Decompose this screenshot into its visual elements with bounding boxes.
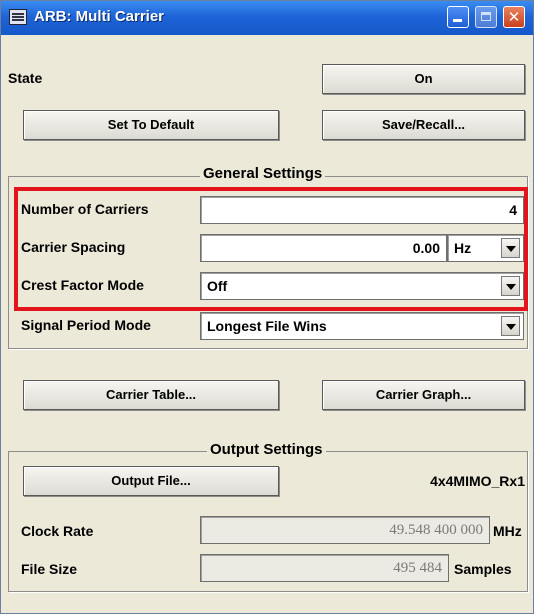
carrier-graph-button[interactable]: Carrier Graph... bbox=[322, 380, 525, 410]
signal-period-mode-label: Signal Period Mode bbox=[21, 317, 151, 333]
clock-rate-value: 49.548 400 000 bbox=[200, 516, 490, 544]
panel-icon bbox=[9, 9, 27, 25]
output-file-name: 4x4MIMO_Rx1 bbox=[430, 473, 525, 489]
output-settings-title: Output Settings bbox=[207, 441, 326, 458]
state-label: State bbox=[8, 70, 43, 86]
state-toggle-button[interactable]: On bbox=[322, 64, 525, 94]
highlight-box bbox=[14, 187, 528, 311]
save-recall-button[interactable]: Save/Recall... bbox=[322, 110, 525, 140]
signal-period-mode-value: Longest File Wins bbox=[207, 318, 327, 334]
file-size-value: 495 484 bbox=[200, 554, 449, 582]
signal-period-mode-select[interactable]: Longest File Wins bbox=[200, 312, 524, 340]
carrier-table-button[interactable]: Carrier Table... bbox=[23, 380, 279, 410]
general-settings-title: General Settings bbox=[200, 165, 326, 182]
arb-multi-carrier-window: ARB: Multi Carrier ✕ State On Set To Def… bbox=[0, 0, 534, 614]
file-size-unit: Samples bbox=[454, 561, 512, 577]
maximize-icon[interactable] bbox=[475, 6, 497, 28]
title-bar[interactable]: ARB: Multi Carrier ✕ bbox=[1, 1, 533, 35]
set-to-default-button[interactable]: Set To Default bbox=[23, 110, 279, 140]
output-file-button[interactable]: Output File... bbox=[23, 466, 279, 496]
close-icon[interactable]: ✕ bbox=[503, 6, 525, 28]
chevron-down-icon[interactable] bbox=[501, 316, 520, 336]
file-size-label: File Size bbox=[21, 561, 78, 577]
window-title: ARB: Multi Carrier bbox=[34, 8, 165, 25]
clock-rate-unit: MHz bbox=[493, 523, 522, 539]
clock-rate-label: Clock Rate bbox=[21, 523, 94, 539]
minimize-icon[interactable] bbox=[447, 6, 469, 28]
